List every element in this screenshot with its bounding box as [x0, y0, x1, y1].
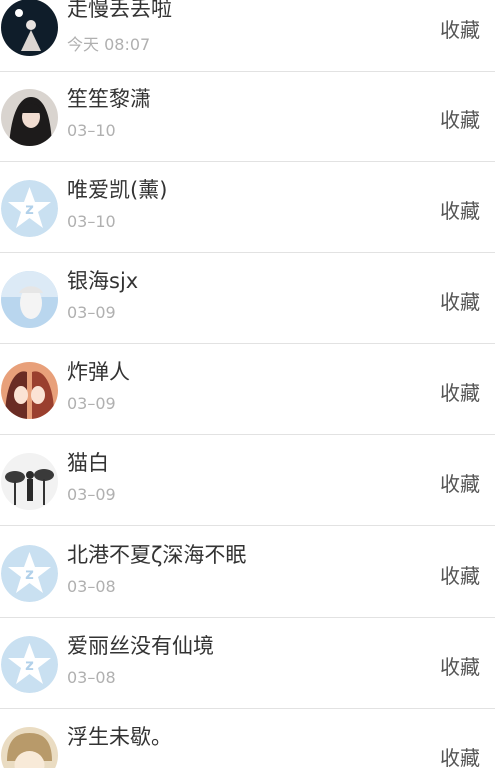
collect-button[interactable]: 收藏: [440, 742, 480, 768]
avatar[interactable]: z: [1, 180, 58, 237]
contact-name: 爱丽丝没有仙境: [67, 634, 214, 658]
avatar[interactable]: z: [1, 545, 58, 602]
message-time: 03–08: [67, 668, 116, 687]
contact-name: 笙笙黎潇: [67, 87, 151, 111]
message-time: 今天 08:07: [67, 35, 151, 54]
avatar[interactable]: [1, 453, 58, 510]
contact-name: 猫白: [67, 451, 109, 475]
list-item[interactable]: z 唯爱凯(薰) 03–10 收藏: [0, 163, 495, 253]
collect-button[interactable]: 收藏: [440, 651, 480, 680]
list-item[interactable]: 笙笙黎潇 03–10 收藏: [0, 72, 495, 162]
list-item[interactable]: 炸弹人 03–09 收藏: [0, 345, 495, 435]
contact-name: 银海sjx: [67, 269, 139, 293]
collect-button[interactable]: 收藏: [440, 195, 480, 224]
avatar[interactable]: [1, 89, 58, 146]
list-item[interactable]: 浮生未歇。 收藏: [0, 710, 495, 768]
avatar[interactable]: z: [1, 636, 58, 693]
list-item[interactable]: 银海sjx 03–09 收藏: [0, 254, 495, 344]
collect-button[interactable]: 收藏: [440, 286, 480, 315]
collect-button[interactable]: 收藏: [440, 377, 480, 406]
message-time: 03–09: [67, 485, 116, 504]
avatar[interactable]: [1, 271, 58, 328]
list-item[interactable]: z 北港不夏ζ深海不眠 03–08 收藏: [0, 528, 495, 618]
contact-name: 唯爱凯(薰): [67, 178, 168, 202]
collect-button[interactable]: 收藏: [440, 104, 480, 133]
svg-text:z: z: [25, 565, 34, 583]
svg-text:z: z: [25, 656, 34, 674]
collect-button[interactable]: 收藏: [440, 560, 480, 589]
collect-button[interactable]: 收藏: [440, 14, 480, 43]
contact-name: 走慢丢丢啦: [67, 0, 172, 21]
list-item[interactable]: 走慢丢丢啦 今天 08:07 收藏: [0, 0, 495, 72]
contact-name: 炸弹人: [67, 360, 130, 384]
list-item[interactable]: z 爱丽丝没有仙境 03–08 收藏: [0, 619, 495, 709]
avatar[interactable]: [1, 0, 58, 56]
message-time: 03–09: [67, 303, 116, 322]
contact-list: 走慢丢丢啦 今天 08:07 收藏 笙笙黎潇 03–10 收藏 z 唯爱凯(薰)…: [0, 0, 495, 768]
contact-name: 浮生未歇。: [67, 725, 172, 749]
message-time: 03–10: [67, 121, 116, 140]
message-time: 03–10: [67, 212, 116, 231]
avatar[interactable]: [1, 362, 58, 419]
message-time: 03–09: [67, 394, 116, 413]
message-time: 03–08: [67, 577, 116, 596]
svg-text:z: z: [25, 200, 34, 218]
collect-button[interactable]: 收藏: [440, 468, 480, 497]
avatar[interactable]: [1, 727, 58, 768]
list-item[interactable]: 猫白 03–09 收藏: [0, 436, 495, 526]
contact-name: 北港不夏ζ深海不眠: [67, 543, 247, 567]
